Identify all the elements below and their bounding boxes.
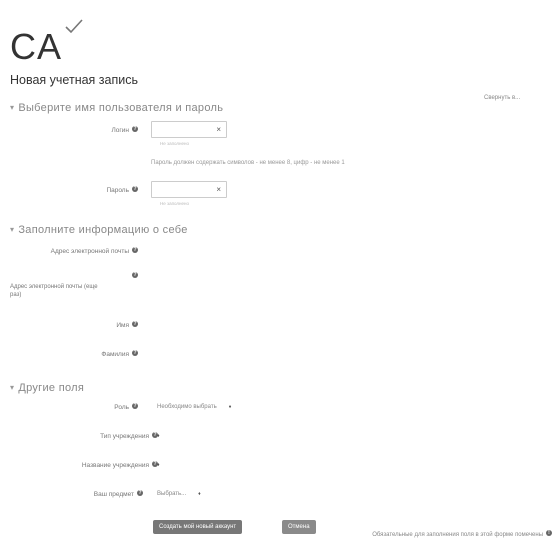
org-name-select[interactable]: ♦ <box>157 462 160 468</box>
chevron-down-icon: ♦ <box>157 433 160 439</box>
subject-label: Ваш предмет? <box>93 490 143 498</box>
page-title: Новая учетная запись <box>10 73 138 87</box>
required-fields-note: Обязательные для заполнения поля в этой … <box>372 530 552 538</box>
lastname-label: Фамилия? <box>101 350 138 358</box>
email2-help: ? <box>124 272 138 280</box>
email2-label: Адрес электронной почты (еще раз) <box>10 284 98 298</box>
chevron-down-icon: ▾ <box>10 103 15 112</box>
chevron-down-icon: ▾ <box>10 225 15 234</box>
chevron-down-icon: ♦ <box>157 462 160 468</box>
help-icon[interactable]: ? <box>132 403 138 409</box>
section-other[interactable]: ▾ Другие поля <box>10 382 84 394</box>
section-title: Другие поля <box>18 382 85 394</box>
section-title: Заполните информацию о себе <box>18 224 188 236</box>
login-input[interactable]: × <box>151 121 227 138</box>
login-label: Логин? <box>111 126 138 134</box>
help-icon[interactable]: ? <box>132 350 138 356</box>
chevron-down-icon: ▾ <box>10 383 15 392</box>
chevron-down-icon: ♦ <box>228 404 232 410</box>
site-logo[interactable]: CA <box>10 18 110 67</box>
close-icon[interactable]: × <box>216 125 221 134</box>
org-name-label: Название учреждения? <box>81 461 158 469</box>
password-input[interactable]: × <box>151 181 227 198</box>
help-icon[interactable]: ? <box>132 247 138 253</box>
help-icon[interactable]: ? <box>132 272 138 278</box>
role-select[interactable]: Необходимо выбрать ♦ <box>157 404 231 410</box>
help-icon[interactable]: ? <box>132 186 138 192</box>
login-hint: Не заполнено <box>160 141 190 146</box>
collapse-all-link[interactable]: Свернуть в... <box>484 95 520 101</box>
password-hint: Не заполнено <box>160 201 190 206</box>
password-label: Пароль? <box>106 186 138 194</box>
org-type-select[interactable]: ♦ <box>157 433 160 439</box>
chevron-down-icon: ♦ <box>198 491 201 497</box>
required-icon: ! <box>546 530 552 536</box>
subject-select[interactable]: Выбрать... ♦ <box>157 491 201 497</box>
email-label: Адрес электронной почты? <box>50 247 138 255</box>
cancel-button[interactable]: Отмена <box>282 520 316 534</box>
firstname-label: Имя? <box>116 321 138 329</box>
logo-text: CA <box>10 26 63 67</box>
password-rule: Пароль должен содержать символов - не ме… <box>151 160 345 166</box>
section-about-you[interactable]: ▾ Заполните информацию о себе <box>10 224 188 236</box>
help-icon[interactable]: ? <box>132 126 138 132</box>
create-account-button[interactable]: Создать мой новый аккаунт <box>153 520 243 534</box>
org-type-label: Тип учреждения? <box>100 432 158 440</box>
checkmark-icon <box>65 19 83 34</box>
close-icon[interactable]: × <box>216 185 221 194</box>
help-icon[interactable]: ? <box>137 490 143 496</box>
section-username-password[interactable]: ▾ Выберите имя пользователя и пароль <box>10 102 223 114</box>
role-label: Роль? <box>114 403 138 411</box>
section-title: Выберите имя пользователя и пароль <box>18 102 224 114</box>
help-icon[interactable]: ? <box>132 321 138 327</box>
